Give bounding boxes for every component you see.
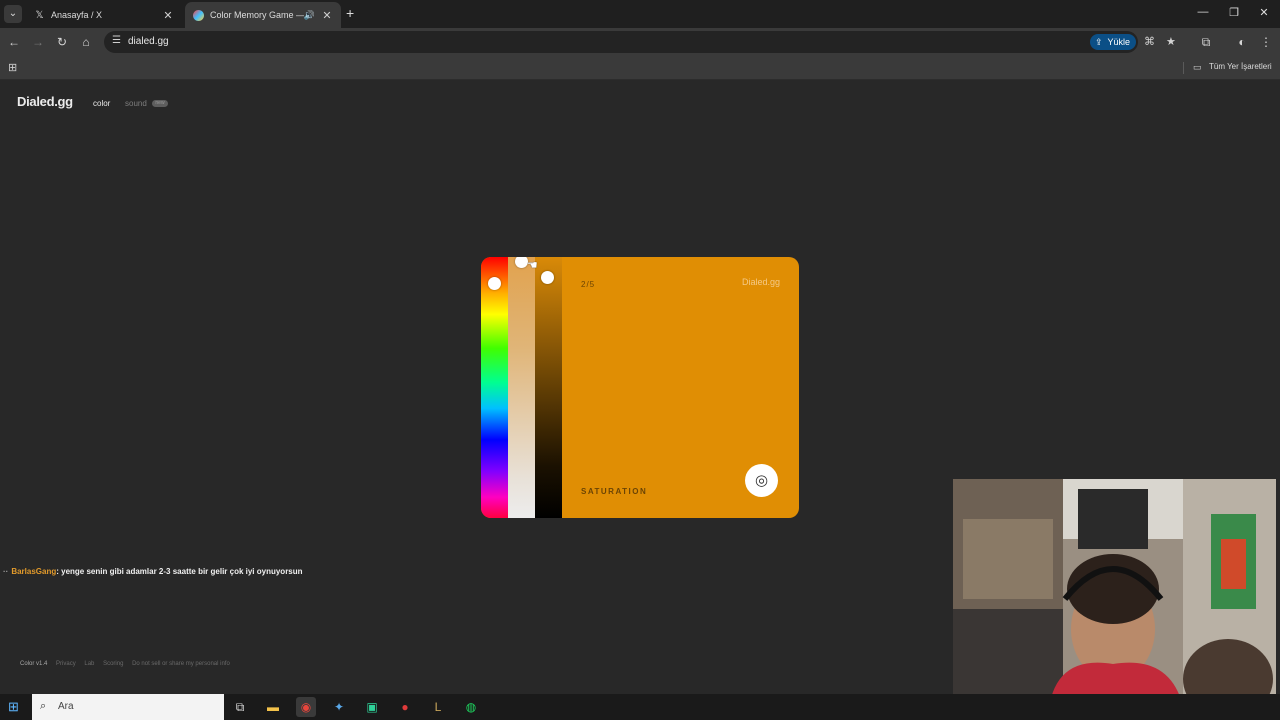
brightness-slider[interactable] xyxy=(535,257,562,518)
footer-link-privacy[interactable]: Privacy xyxy=(56,661,76,667)
nav-color-link[interactable]: color xyxy=(93,99,110,108)
version-label: Color v1.4 xyxy=(20,661,48,667)
url-text[interactable]: dialed.gg xyxy=(128,36,169,47)
profile-icon[interactable]: ◐ xyxy=(1234,34,1250,50)
upload-button[interactable]: ⇪ Yükle xyxy=(1090,34,1136,50)
phase-label: SATURATION xyxy=(581,487,648,496)
color-wheel-icon xyxy=(193,9,204,21)
round-progress: 2/5 xyxy=(581,280,596,289)
footer-link-scoring[interactable]: Scoring xyxy=(103,661,123,667)
close-icon[interactable]: ✕ xyxy=(162,9,174,22)
x-logo-icon: 𝕏 xyxy=(35,9,44,21)
discord-icon[interactable]: ▣ xyxy=(362,697,382,717)
taskbar: ⊞ ⌕ Ara ⧉ ▬ ◉ ✦ ▣ ● L ◍ xyxy=(0,694,1280,720)
task-view-icon[interactable]: ⧉ xyxy=(230,697,250,717)
minimize-icon[interactable]: — xyxy=(1196,6,1210,18)
close-icon[interactable]: ✕ xyxy=(321,9,333,22)
bookmarks-bar: ⊞ ▭ Tüm Yer İşaretleri xyxy=(0,56,1280,80)
new-badge: new xyxy=(152,100,168,107)
restore-icon[interactable]: ❐ xyxy=(1227,6,1241,19)
translate-icon[interactable]: ⌘ xyxy=(1144,35,1155,48)
search-icon: ⌕ xyxy=(40,700,47,712)
app-icon[interactable]: ✦ xyxy=(329,697,349,717)
bookmark-star-icon[interactable]: ★ xyxy=(1166,35,1176,48)
tab-color-game[interactable]: Color Memory Game — Ho 🔊 ✕ xyxy=(185,2,341,28)
folder-icon: ▭ xyxy=(1193,62,1202,72)
brightness-handle[interactable] xyxy=(541,271,554,284)
chat-text: : yenge senin gibi adamlar 2-3 saatte bi… xyxy=(56,567,303,576)
mouse-cursor-icon: ☚ xyxy=(527,258,538,272)
tab-twitter[interactable]: 𝕏 Anasayfa / X ✕ xyxy=(26,2,182,28)
webcam-image xyxy=(953,479,1276,716)
nav-sound-link[interactable]: sound xyxy=(125,99,147,108)
tab-title: Anasayfa / X xyxy=(51,10,103,20)
home-icon[interactable]: ⌂ xyxy=(78,34,94,50)
color-game-card: 2/5 Dialed.gg SATURATION ◎ xyxy=(481,257,799,518)
all-bookmarks-link[interactable]: Tüm Yer İşaretleri xyxy=(1209,62,1272,71)
footer-link-privacy-opt-out[interactable]: Do not sell or share my personal info xyxy=(132,661,230,667)
menu-icon[interactable]: ⋮ xyxy=(1258,34,1274,50)
new-tab-icon[interactable]: + xyxy=(346,6,354,20)
apps-grid-icon[interactable]: ⊞ xyxy=(8,61,17,74)
divider xyxy=(1183,62,1184,74)
tab-search-icon[interactable]: ⌄ xyxy=(4,5,22,23)
webcam-overlay xyxy=(953,479,1276,716)
target-icon: ◎ xyxy=(754,472,769,489)
windows-start-icon[interactable]: ⊞ xyxy=(8,700,19,713)
tab-title: Color Memory Game — Ho xyxy=(210,10,304,20)
site-info-icon[interactable]: ☰ xyxy=(112,35,121,46)
tab-bar: ⌄ 𝕏 Anasayfa / X ✕ Color Memory Game — H… xyxy=(0,0,1280,28)
chat-message: ·· BarlasGang: yenge senin gibi adamlar 2… xyxy=(0,567,303,581)
spotify-icon[interactable]: ◍ xyxy=(461,697,481,717)
file-explorer-icon[interactable]: ▬ xyxy=(263,697,283,717)
forward-icon[interactable]: → xyxy=(30,34,46,50)
chrome-icon[interactable]: ◉ xyxy=(296,697,316,717)
footer: Color v1.4 Privacy Lab Scoring Do not se… xyxy=(20,661,237,667)
taskbar-search[interactable]: ⌕ Ara xyxy=(32,694,224,720)
reload-icon[interactable]: ↻ xyxy=(54,34,70,50)
footer-link-lab[interactable]: Lab xyxy=(84,661,94,667)
red-app-icon[interactable]: ● xyxy=(395,697,415,717)
saturation-slider[interactable] xyxy=(508,257,535,518)
browser-toolbar: ← → ↻ ⌂ ☰ dialed.gg ⇪ Yükle ⌘ ★ ⧉ ◐ ⋮ xyxy=(0,28,1280,56)
window-close-icon[interactable]: ✕ xyxy=(1257,6,1271,19)
submit-button[interactable]: ◎ xyxy=(745,464,778,497)
chat-username: BarlasGang xyxy=(11,567,57,576)
address-bar[interactable]: ☰ dialed.gg ⇪ Yükle ⌘ ★ xyxy=(104,31,1176,53)
search-placeholder: Ara xyxy=(58,701,74,712)
extensions-icon[interactable]: ⧉ xyxy=(1198,34,1214,50)
league-icon[interactable]: L xyxy=(428,697,448,717)
chat-prefix: ·· xyxy=(3,567,9,576)
card-brand: Dialed.gg xyxy=(741,277,780,287)
speaker-icon[interactable]: 🔊 xyxy=(304,10,315,21)
back-icon[interactable]: ← xyxy=(6,34,22,50)
hue-slider[interactable] xyxy=(481,257,508,518)
upload-icon: ⇪ xyxy=(1095,37,1103,47)
hue-handle[interactable] xyxy=(488,277,501,290)
site-logo[interactable]: Dialed.gg xyxy=(17,94,73,109)
upload-label: Yükle xyxy=(1107,37,1130,47)
